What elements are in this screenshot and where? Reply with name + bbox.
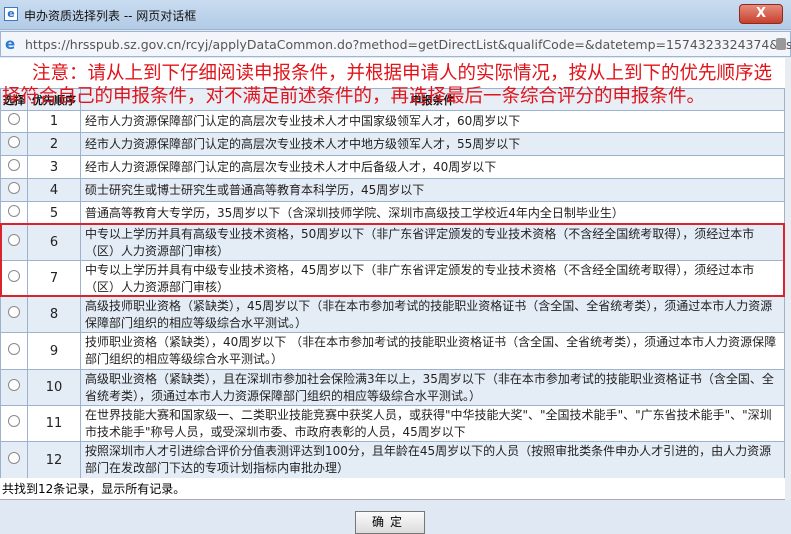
condition-cell: 硕士研究生或博士研究生或普通高等教育本科学历，45周岁以下 <box>80 178 785 202</box>
condition-cell: 普通高等教育大专学历，35周岁以下（含深圳技师学院、深圳市高级技工学校近4年内全… <box>80 201 785 225</box>
select-cell <box>0 201 28 225</box>
table-row[interactable]: 3 经市人力资源保障部门认定的高层次专业技术人才中后备级人才，40周岁以下 <box>0 155 785 179</box>
condition-cell: 经市人力资源保障部门认定的高层次专业技术人才中国家级领军人才，60周岁以下 <box>80 110 785 133</box>
select-radio[interactable] <box>8 415 20 427</box>
condition-cell: 中专以上学历并具有高级专业技术资格，50周岁以下（非广东省评定颁发的专业技术资格… <box>80 224 785 261</box>
priority-cell: 5 <box>27 201 81 225</box>
table-row[interactable]: 7 中专以上学历并具有中级专业技术资格，45周岁以下（非广东省评定颁发的专业技术… <box>0 260 785 297</box>
url-text: https://hrsspub.sz.gov.cn/rcyj/applyData… <box>25 37 791 52</box>
select-radio[interactable] <box>8 181 20 194</box>
select-cell <box>0 369 28 406</box>
table-row[interactable]: 6 中专以上学历并具有高级专业技术资格，50周岁以下（非广东省评定颁发的专业技术… <box>0 224 785 261</box>
table-row[interactable]: 12 按照深圳市人才引进综合评价分值表测评达到100分，且年龄在45周岁以下的人… <box>0 441 785 479</box>
condition-cell: 经市人力资源保障部门认定的高层次专业技术人才中地方级领军人才，55周岁以下 <box>80 132 785 156</box>
priority-cell: 3 <box>27 155 81 179</box>
condition-cell: 按照深圳市人才引进综合评价分值表测评达到100分，且年龄在45周岁以下的人员（按… <box>80 441 785 479</box>
header-condition: 申报条件 <box>80 88 785 111</box>
select-cell <box>0 260 28 297</box>
window-title: 申办资质选择列表 -- 网页对话框 <box>24 9 197 23</box>
priority-cell: 1 <box>27 110 81 133</box>
table-row[interactable]: 10 高级职业资格（紧缺类），且在深圳市参加社会保险满3年以上，35周岁以下（非… <box>0 369 785 406</box>
table-row[interactable]: 1 经市人力资源保障部门认定的高层次专业技术人才中国家级领军人才，60周岁以下 <box>0 110 785 133</box>
condition-cell: 中专以上学历并具有中级专业技术资格，45周岁以下（非广东省评定颁发的专业技术资格… <box>80 260 785 297</box>
priority-cell: 7 <box>27 260 81 297</box>
priority-cell: 9 <box>27 332 81 370</box>
select-radio[interactable] <box>8 270 20 282</box>
priority-cell: 10 <box>27 369 81 406</box>
select-radio[interactable] <box>8 113 20 125</box>
header-select: 选择 <box>0 88 28 111</box>
close-button[interactable]: X <box>739 4 783 24</box>
select-cell <box>0 155 28 179</box>
condition-cell: 高级职业资格（紧缺类），且在深圳市参加社会保险满3年以上，35周岁以下（非在本市… <box>80 369 785 406</box>
select-radio[interactable] <box>8 204 20 217</box>
select-radio[interactable] <box>8 451 20 464</box>
select-cell <box>0 296 28 333</box>
select-cell <box>0 441 28 479</box>
condition-cell: 在世界技能大赛和国家级一、二类职业技能竞赛中获奖人员，或获得"中华技能大奖"、"… <box>80 405 785 442</box>
priority-cell: 12 <box>27 441 81 479</box>
priority-cell: 11 <box>27 405 81 442</box>
table-row[interactable]: 2 经市人力资源保障部门认定的高层次专业技术人才中地方级领军人才，55周岁以下 <box>0 132 785 156</box>
header-priority: 优先顺序 <box>27 88 81 111</box>
table-row[interactable]: 9 技师职业资格（紧缺类），40周岁以下 （非在本市参加考试的技能职业资格证书（… <box>0 332 785 370</box>
select-cell <box>0 132 28 156</box>
select-cell <box>0 224 28 261</box>
ie-icon: e <box>5 35 16 53</box>
select-radio[interactable] <box>8 158 20 171</box>
table-row[interactable]: 5 普通高等教育大专学历，35周岁以下（含深圳技师学院、深圳市高级技工学校近4年… <box>0 201 785 225</box>
record-count: 共找到12条记录，显示所有记录。 <box>0 478 785 500</box>
scrollbar[interactable] <box>785 58 791 500</box>
table-row[interactable]: 8 高级技师职业资格（紧缺类），45周岁以下（非在本市参加考试的技能职业资格证书… <box>0 296 785 333</box>
table-row[interactable]: 4 硕士研究生或博士研究生或普通高等教育本科学历，45周岁以下 <box>0 178 785 202</box>
select-radio[interactable] <box>8 234 20 246</box>
confirm-button[interactable]: 确定 <box>355 511 425 534</box>
select-cell <box>0 405 28 442</box>
priority-cell: 2 <box>27 132 81 156</box>
content-area: 注意：请从上到下仔细阅读申报条件，并根据申请人的实际情况，按从上到下的优先顺序选… <box>0 58 785 479</box>
select-radio[interactable] <box>8 379 20 391</box>
ie-page-icon: e <box>4 7 18 21</box>
select-cell <box>0 110 28 133</box>
condition-cell: 高级技师职业资格（紧缺类），45周岁以下（非在本市参加考试的技能职业资格证书（含… <box>80 296 785 333</box>
priority-cell: 4 <box>27 178 81 202</box>
lock-icon <box>776 38 786 50</box>
condition-cell: 经市人力资源保障部门认定的高层次专业技术人才中后备级人才，40周岁以下 <box>80 155 785 179</box>
table-row[interactable]: 11 在世界技能大赛和国家级一、二类职业技能竞赛中获奖人员，或获得"中华技能大奖… <box>0 405 785 442</box>
select-radio[interactable] <box>8 306 20 318</box>
priority-cell: 8 <box>27 296 81 333</box>
qualification-table: 选择 优先顺序 申报条件 1 经市人力资源保障部门认定的高层次专业技术人才中国家… <box>0 88 785 479</box>
select-cell <box>0 178 28 202</box>
select-radio[interactable] <box>8 135 20 148</box>
condition-cell: 技师职业资格（紧缺类），40周岁以下 （非在本市参加考试的技能职业资格证书（含全… <box>80 332 785 370</box>
title-bar: e 申办资质选择列表 -- 网页对话框 X <box>0 0 791 30</box>
priority-cell: 6 <box>27 224 81 261</box>
select-cell <box>0 332 28 370</box>
address-bar: e https://hrsspub.sz.gov.cn/rcyj/applyDa… <box>0 31 791 57</box>
select-radio[interactable] <box>8 342 20 355</box>
